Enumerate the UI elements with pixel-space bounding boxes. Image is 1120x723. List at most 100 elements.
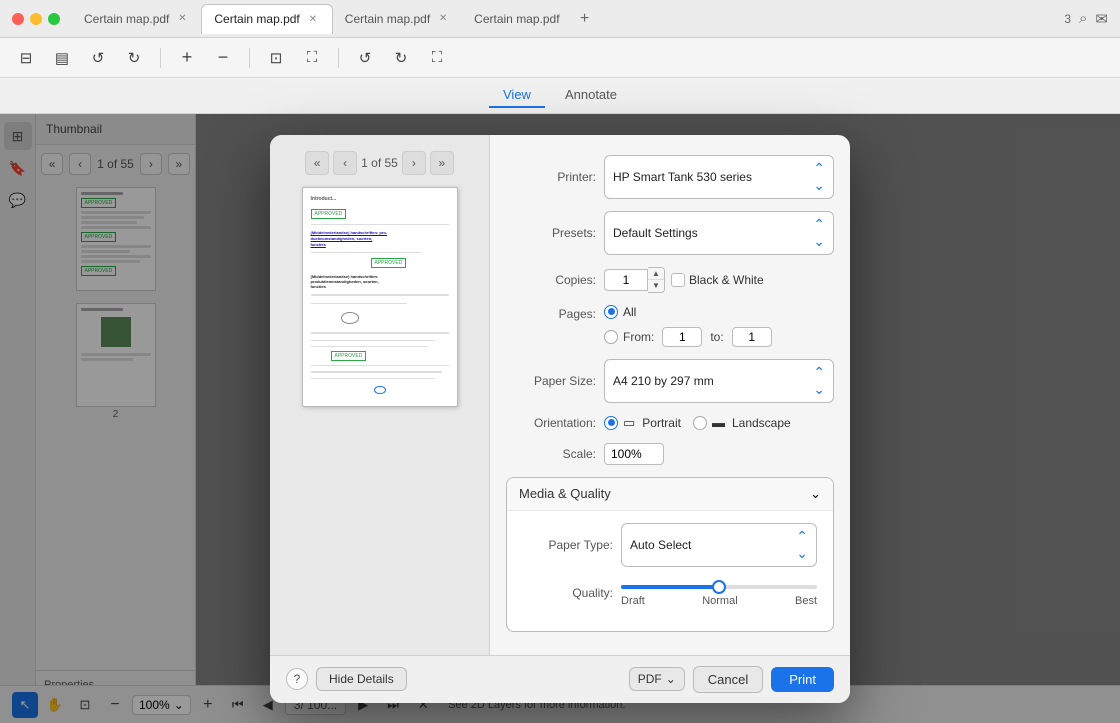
- tab-1[interactable]: Certain map.pdf ✕: [72, 4, 201, 34]
- save-button[interactable]: ⊟: [12, 44, 40, 72]
- copies-input[interactable]: [604, 269, 648, 291]
- pdf-chevron-icon: ⌄: [666, 672, 676, 686]
- paper-type-control: Auto Select ⌃⌄: [621, 523, 817, 567]
- from-radio[interactable]: [604, 330, 618, 344]
- zoom-in-button[interactable]: +: [173, 44, 201, 72]
- from-label-text: From:: [623, 330, 654, 344]
- paper-type-row: Paper Type: Auto Select ⌃⌄: [523, 523, 817, 567]
- separator-2: [249, 48, 250, 68]
- separator-3: [338, 48, 339, 68]
- tab-3[interactable]: Certain map.pdf ✕: [333, 4, 462, 34]
- paper-size-select-arrow: ⌃⌄: [813, 364, 825, 398]
- help-button[interactable]: ?: [286, 668, 308, 690]
- tab-4[interactable]: Certain map.pdf: [462, 4, 571, 34]
- search-icon[interactable]: ⌕: [1079, 10, 1087, 27]
- to-page-input[interactable]: [732, 327, 772, 347]
- new-tab-button[interactable]: +: [572, 6, 598, 32]
- sidebar-toggle-button[interactable]: ▤: [48, 44, 76, 72]
- tab-2-label: Certain map.pdf: [214, 12, 299, 26]
- from-radio-label[interactable]: From:: [604, 330, 654, 344]
- preview-first-button[interactable]: «: [305, 151, 329, 175]
- paper-size-select[interactable]: A4 210 by 297 mm ⌃⌄: [604, 359, 834, 403]
- tab-bar: Certain map.pdf ✕ Certain map.pdf ✕ Cert…: [72, 4, 1064, 34]
- dialog-body: « ‹ 1 of 55 › » Introduct... APPROVED (M…: [270, 135, 850, 655]
- media-quality-chevron-icon: ⌄: [810, 486, 821, 502]
- bw-checkbox-label[interactable]: Black & White: [671, 273, 764, 287]
- landscape-radio-label[interactable]: ▬ Landscape: [693, 415, 791, 430]
- copies-stepper-buttons: ▲ ▼: [648, 267, 665, 293]
- view-mode-button[interactable]: ⊡: [262, 44, 290, 72]
- printer-select-arrow: ⌃⌄: [813, 160, 825, 194]
- all-radio-label[interactable]: All: [604, 305, 636, 319]
- hide-details-button[interactable]: Hide Details: [316, 667, 407, 691]
- quality-slider-track[interactable]: [621, 585, 817, 589]
- print-preview-page: Introduct... APPROVED (Middelnederlandse…: [302, 187, 458, 407]
- rotate-left-button[interactable]: ↺: [351, 44, 379, 72]
- portrait-radio[interactable]: [604, 416, 618, 430]
- portrait-radio-label[interactable]: ▭ Portrait: [604, 415, 681, 431]
- tab-annotate[interactable]: Annotate: [551, 83, 631, 108]
- paper-size-label: Paper Size:: [506, 374, 596, 388]
- paper-type-select-arrow: ⌃⌄: [796, 528, 808, 562]
- pdf-button[interactable]: PDF ⌄: [629, 667, 685, 691]
- scale-input[interactable]: [604, 443, 664, 465]
- all-radio[interactable]: [604, 305, 618, 319]
- copies-row: Copies: ▲ ▼ Black & Wh: [506, 267, 834, 293]
- preview-prev-button[interactable]: ‹: [333, 151, 357, 175]
- expand-button[interactable]: ⛶: [423, 44, 451, 72]
- paper-type-select[interactable]: Auto Select ⌃⌄: [621, 523, 817, 567]
- copies-increment-button[interactable]: ▲: [648, 268, 664, 280]
- bw-checkbox[interactable]: [671, 273, 685, 287]
- tab-4-label: Certain map.pdf: [474, 12, 559, 26]
- title-bar: Certain map.pdf ✕ Certain map.pdf ✕ Cert…: [0, 0, 1120, 38]
- print-dialog: « ‹ 1 of 55 › » Introduct... APPROVED (M…: [270, 135, 850, 703]
- zoom-out-button[interactable]: −: [209, 44, 237, 72]
- landscape-radio[interactable]: [693, 416, 707, 430]
- pages-label: Pages:: [506, 305, 596, 321]
- tab-2[interactable]: Certain map.pdf ✕: [201, 4, 332, 34]
- media-quality-label: Media & Quality: [519, 486, 611, 501]
- pdf-label: PDF: [638, 672, 662, 686]
- undo-button[interactable]: ↺: [84, 44, 112, 72]
- tab-3-close[interactable]: ✕: [436, 12, 450, 26]
- dialog-left-actions: ? Hide Details: [286, 667, 407, 691]
- preview-header: Introduct...: [311, 196, 449, 202]
- printer-select[interactable]: HP Smart Tank 530 series ⌃⌄: [604, 155, 834, 199]
- tab-view[interactable]: View: [489, 83, 545, 108]
- tab-2-close[interactable]: ✕: [306, 12, 320, 26]
- media-quality-header[interactable]: Media & Quality ⌄: [507, 478, 833, 510]
- printer-value: HP Smart Tank 530 series: [613, 170, 752, 184]
- tab-1-close[interactable]: ✕: [175, 12, 189, 26]
- presets-value: Default Settings: [613, 226, 698, 240]
- from-page-input[interactable]: [662, 327, 702, 347]
- printer-row: Printer: HP Smart Tank 530 series ⌃⌄: [506, 155, 834, 199]
- all-label-text: All: [623, 305, 636, 319]
- fit-width-button[interactable]: ⛶: [298, 44, 326, 72]
- preview-last-button[interactable]: »: [430, 151, 454, 175]
- orientation-label: Orientation:: [506, 416, 596, 430]
- cancel-button[interactable]: Cancel: [693, 666, 763, 693]
- minimize-window-button[interactable]: [30, 13, 42, 25]
- paper-size-row: Paper Size: A4 210 by 297 mm ⌃⌄: [506, 359, 834, 403]
- all-pages-row: All: [604, 305, 834, 319]
- preview-next-button[interactable]: ›: [402, 151, 426, 175]
- dialog-preview-panel: « ‹ 1 of 55 › » Introduct... APPROVED (M…: [270, 135, 490, 655]
- quality-label: Quality:: [523, 586, 613, 600]
- rotate-right-button[interactable]: ↻: [387, 44, 415, 72]
- close-window-button[interactable]: [12, 13, 24, 25]
- maximize-window-button[interactable]: [48, 13, 60, 25]
- all-radio-inner: [608, 308, 615, 315]
- print-button[interactable]: Print: [771, 667, 834, 692]
- quality-slider-thumb[interactable]: [712, 580, 726, 594]
- copies-decrement-button[interactable]: ▼: [648, 280, 664, 292]
- landscape-icon: ▬: [712, 415, 725, 430]
- tab-3-label: Certain map.pdf: [345, 12, 430, 26]
- mail-icon[interactable]: ✉: [1095, 10, 1108, 28]
- presets-select[interactable]: Default Settings ⌃⌄: [604, 211, 834, 255]
- bw-label-text: Black & White: [689, 273, 764, 287]
- printer-label: Printer:: [506, 170, 596, 184]
- preview-nav: « ‹ 1 of 55 › »: [282, 151, 477, 175]
- copies-stepper[interactable]: ▲ ▼: [604, 267, 665, 293]
- orientation-radio-group: ▭ Portrait ▬ Landscape: [604, 415, 791, 431]
- redo-button[interactable]: ↻: [120, 44, 148, 72]
